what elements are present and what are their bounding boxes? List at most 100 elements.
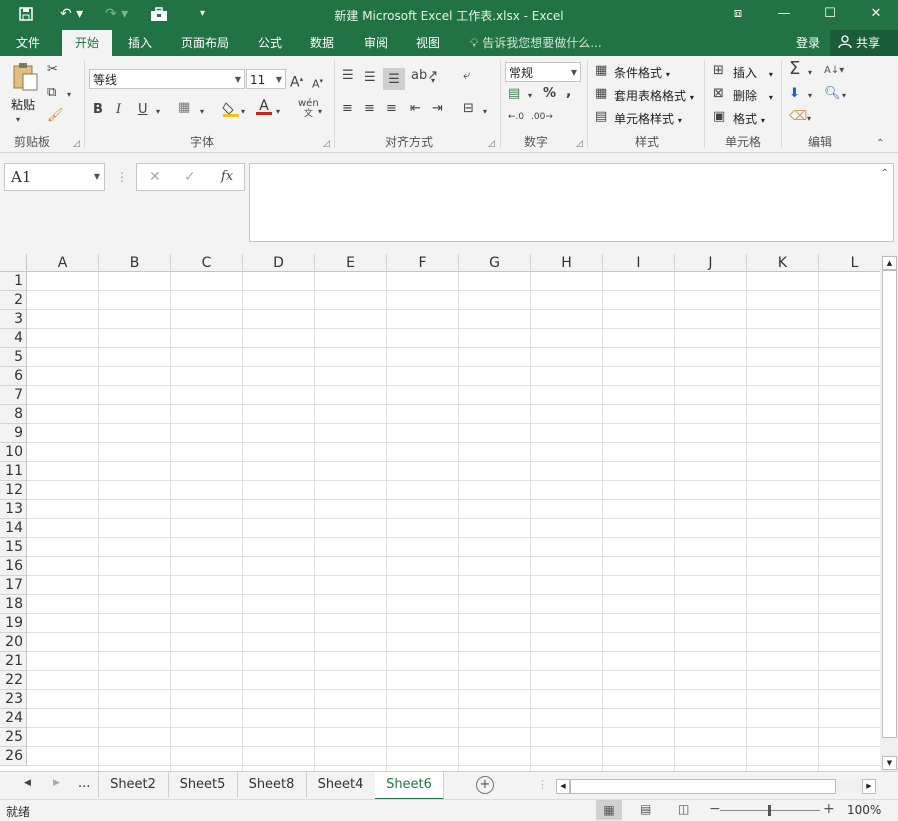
scroll-left-icon[interactable]: ◀ bbox=[556, 779, 570, 794]
conditional-format-icon[interactable]: ▦ bbox=[595, 63, 607, 79]
paste-dropdown-icon[interactable]: ▾ bbox=[16, 112, 20, 128]
align-center-icon[interactable]: ≡ bbox=[364, 101, 375, 117]
prev-sheet-icon[interactable]: ◀ bbox=[24, 778, 31, 788]
scroll-down-icon[interactable]: ▼ bbox=[882, 756, 897, 770]
row-header[interactable]: 26 bbox=[0, 747, 27, 766]
row-header[interactable]: 1 bbox=[0, 272, 27, 291]
paste-icon[interactable] bbox=[10, 62, 40, 92]
sheet-tab[interactable]: Sheet2 bbox=[98, 772, 169, 798]
spreadsheet-grid[interactable]: A B C D E F G H I J K L 1 2 3 4 5 6 7 8 9 10 11 12 13 14 15 16 17 18 1… bbox=[0, 254, 880, 771]
add-sheet-icon[interactable]: + bbox=[476, 776, 494, 794]
row-header[interactable]: 10 bbox=[0, 443, 27, 462]
clipboard-launcher-icon[interactable]: ◿ bbox=[73, 139, 80, 149]
orientation-dropdown-icon[interactable]: ▾ bbox=[431, 73, 435, 89]
fill-dropdown-icon[interactable]: ▾ bbox=[808, 88, 812, 104]
align-top-icon[interactable]: ☰ bbox=[342, 68, 354, 84]
clear-icon[interactable]: ⌫ bbox=[789, 109, 807, 125]
sheet-tab[interactable]: Sheet5 bbox=[168, 772, 238, 798]
scroll-right-icon[interactable]: ▶ bbox=[862, 779, 876, 794]
row-header[interactable]: 24 bbox=[0, 709, 27, 728]
align-right-icon[interactable]: ≡ bbox=[386, 101, 397, 117]
row-header[interactable]: 12 bbox=[0, 481, 27, 500]
table-format-button[interactable]: 套用表格格式 ▾ bbox=[614, 87, 694, 104]
font-launcher-icon[interactable]: ◿ bbox=[323, 139, 330, 149]
column-header[interactable]: C bbox=[171, 254, 243, 272]
copy-icon[interactable]: ⧉ bbox=[47, 85, 56, 101]
table-format-icon[interactable]: ▦ bbox=[595, 86, 607, 102]
font-color-dropdown-icon[interactable]: ▾ bbox=[276, 104, 280, 120]
row-header[interactable]: 19 bbox=[0, 614, 27, 633]
conditional-format-button[interactable]: 条件格式 ▾ bbox=[614, 64, 670, 81]
tab-file[interactable]: 文件 bbox=[4, 30, 52, 56]
alignment-launcher-icon[interactable]: ◿ bbox=[488, 139, 495, 149]
row-header[interactable]: 7 bbox=[0, 386, 27, 405]
minimize-button[interactable]: — bbox=[772, 5, 796, 23]
column-header[interactable]: B bbox=[99, 254, 171, 272]
row-header[interactable]: 5 bbox=[0, 348, 27, 367]
cell-styles-button[interactable]: 单元格样式 ▾ bbox=[614, 110, 682, 127]
sheet-tab-active[interactable]: Sheet6 bbox=[375, 772, 444, 800]
row-header[interactable]: 25 bbox=[0, 728, 27, 747]
horizontal-scroll-thumb[interactable] bbox=[570, 779, 836, 794]
page-layout-view-icon[interactable]: ▤ bbox=[640, 802, 651, 816]
login-button[interactable]: 登录 bbox=[796, 30, 820, 56]
row-header[interactable]: 6 bbox=[0, 367, 27, 386]
accounting-dropdown-icon[interactable]: ▾ bbox=[528, 88, 532, 104]
tab-insert[interactable]: 插入 bbox=[118, 30, 162, 56]
column-header[interactable]: H bbox=[531, 254, 603, 272]
find-dropdown-icon[interactable]: ▾ bbox=[842, 88, 846, 104]
row-header[interactable]: 21 bbox=[0, 652, 27, 671]
row-header[interactable]: 13 bbox=[0, 500, 27, 519]
tab-data[interactable]: 数据 bbox=[300, 30, 344, 56]
maximize-button[interactable]: ☐ bbox=[818, 5, 842, 23]
column-header[interactable]: F bbox=[387, 254, 459, 272]
scroll-up-icon[interactable]: ▲ bbox=[882, 256, 897, 270]
column-header[interactable]: K bbox=[747, 254, 819, 272]
comma-button[interactable]: , bbox=[566, 84, 571, 100]
row-header[interactable]: 22 bbox=[0, 671, 27, 690]
font-size-combo[interactable]: 11 ▼ bbox=[246, 69, 286, 89]
tab-splitter-icon[interactable]: ⋮ bbox=[537, 778, 548, 791]
collapse-formula-icon[interactable]: ⌃ bbox=[881, 168, 889, 179]
insert-cells-icon[interactable]: ⊞ bbox=[713, 63, 724, 79]
tab-page-layout[interactable]: 页面布局 bbox=[174, 30, 236, 56]
decrease-decimal-icon[interactable]: .00→ bbox=[531, 109, 553, 125]
accounting-format-icon[interactable]: ▤ bbox=[508, 86, 520, 102]
sheet-tab[interactable]: Sheet4 bbox=[306, 772, 376, 798]
increase-indent-icon[interactable]: ⇥ bbox=[432, 101, 443, 117]
row-header[interactable]: 11 bbox=[0, 462, 27, 481]
row-header[interactable]: 15 bbox=[0, 538, 27, 557]
tab-review[interactable]: 审阅 bbox=[354, 30, 398, 56]
insert-cells-button[interactable]: 插入 ▾ bbox=[733, 64, 773, 81]
enter-icon[interactable]: ✓ bbox=[184, 169, 196, 185]
italic-button[interactable]: I bbox=[116, 102, 121, 118]
fill-icon[interactable]: ⬇ bbox=[789, 86, 800, 102]
format-cells-button[interactable]: 格式 ▾ bbox=[733, 110, 765, 127]
wrap-text-icon[interactable]: ⤶ bbox=[463, 68, 470, 84]
zoom-slider[interactable] bbox=[720, 805, 820, 816]
more-options-icon[interactable]: ⋮ bbox=[116, 170, 128, 184]
fill-color-icon[interactable] bbox=[222, 99, 240, 122]
format-cells-icon[interactable]: ▣ bbox=[713, 109, 725, 125]
find-select-icon[interactable]: 🔍︎ bbox=[824, 86, 841, 102]
tell-me-box[interactable]: 💡︎ 告诉我您想要做什么... bbox=[470, 30, 602, 56]
borders-icon[interactable]: ▦ bbox=[178, 100, 190, 116]
select-all-corner[interactable] bbox=[0, 254, 27, 272]
row-header[interactable]: 14 bbox=[0, 519, 27, 538]
share-button[interactable]: 共享 bbox=[830, 30, 898, 56]
row-header[interactable]: 4 bbox=[0, 329, 27, 348]
tab-formulas[interactable]: 公式 bbox=[248, 30, 292, 56]
fill-color-dropdown-icon[interactable]: ▾ bbox=[241, 104, 245, 120]
collapse-ribbon-icon[interactable]: ⌃ bbox=[876, 136, 884, 152]
paste-label[interactable]: 粘贴 bbox=[11, 96, 35, 113]
number-format-combo[interactable]: 常规 ▼ bbox=[505, 62, 581, 82]
number-launcher-icon[interactable]: ◿ bbox=[576, 139, 583, 149]
sheet-overflow[interactable]: ... bbox=[78, 776, 90, 791]
phonetic-icon[interactable]: wén 文 bbox=[298, 99, 319, 120]
normal-view-icon[interactable]: ▦ bbox=[596, 800, 622, 820]
phonetic-dropdown-icon[interactable]: ▾ bbox=[318, 104, 322, 120]
underline-dropdown-icon[interactable]: ▾ bbox=[156, 104, 160, 120]
zoom-out-button[interactable]: − bbox=[709, 801, 721, 817]
delete-cells-icon[interactable]: ⊠ bbox=[713, 86, 724, 102]
increase-decimal-icon[interactable]: ←.0 bbox=[508, 109, 524, 125]
